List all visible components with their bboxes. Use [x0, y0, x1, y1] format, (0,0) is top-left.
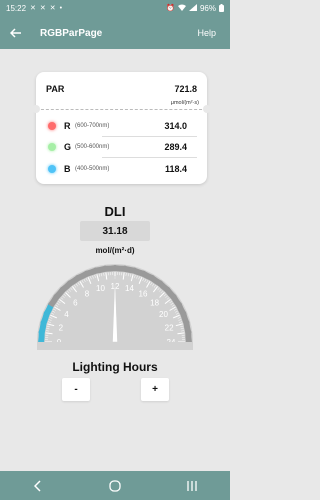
- gauge-tick-label: 8: [85, 290, 90, 299]
- battery-icon: [219, 3, 224, 14]
- gauge-tick-label: 4: [64, 310, 69, 319]
- dli-value: 31.18: [80, 221, 150, 241]
- signal-icon: [188, 4, 197, 13]
- app-bar: RGBParPage Help: [0, 17, 230, 49]
- twitter-x-icon: ✕: [30, 5, 36, 12]
- gauge-tick-label: 2: [59, 324, 64, 333]
- band-value: 118.4: [164, 163, 187, 174]
- nav-recents-icon[interactable]: [182, 479, 202, 493]
- more-dots-icon: •: [59, 5, 63, 12]
- band-row-red: R (600-700nm) 314.0: [48, 117, 199, 134]
- twitter-x-icon: ✕: [49, 5, 56, 12]
- card-notch-left: [32, 105, 40, 113]
- band-range: (500-600nm): [75, 143, 110, 150]
- band-range: (600-700nm): [75, 122, 110, 129]
- gauge-tick-label: 14: [125, 284, 134, 293]
- lighting-hours-gauge[interactable]: 024681012141618202224: [35, 262, 195, 352]
- band-letter: B: [64, 163, 71, 174]
- wifi-icon: [177, 4, 186, 13]
- band-divider: [102, 136, 197, 137]
- par-card: PAR 721.8 μmol/(m²·s) R (600-700nm) 314.…: [32, 72, 211, 184]
- gauge-tick-label: 18: [150, 298, 159, 307]
- alarm-icon: ⏰: [166, 5, 175, 12]
- par-row: PAR 721.8: [46, 84, 197, 96]
- band-row-green: G (500-600nm) 289.4: [48, 138, 199, 155]
- lighting-hours-title: Lighting Hours: [72, 360, 158, 374]
- band-letter: R: [64, 120, 71, 131]
- battery-percent: 96%: [199, 4, 216, 13]
- par-label: PAR: [46, 84, 65, 94]
- band-value: 289.4: [164, 141, 187, 152]
- gauge-tick-label: 22: [165, 324, 174, 333]
- increase-hours-button[interactable]: +: [141, 378, 169, 401]
- status-bar: 15:22 ✕ ✕ ✕ • ⏰ 96%: [0, 0, 230, 17]
- band-value: 314.0: [164, 120, 187, 131]
- decrease-hours-button[interactable]: -: [62, 378, 90, 401]
- gauge-tick-label: 6: [73, 298, 78, 307]
- back-arrow-icon[interactable]: [8, 25, 24, 41]
- gauge-tick-label: 20: [159, 310, 168, 319]
- par-unit: μmol/(m²·s): [170, 100, 199, 106]
- gauge-hour-segment: [185, 331, 192, 343]
- red-dot-icon: [48, 121, 56, 130]
- band-letter: G: [64, 141, 72, 152]
- nav-home-icon[interactable]: [105, 479, 125, 493]
- gauge-tick-label: 16: [139, 290, 148, 299]
- status-time: 15:22: [6, 4, 27, 13]
- card-notch-right: [203, 105, 211, 113]
- band-divider: [102, 157, 197, 158]
- gauge-tick-label: 10: [96, 284, 105, 293]
- blue-dot-icon: [48, 164, 56, 173]
- dli-title: DLI: [104, 204, 126, 219]
- system-nav-bar: [0, 471, 230, 500]
- par-value: 721.8: [174, 84, 197, 94]
- gauge-base: [37, 342, 193, 350]
- dashed-divider: [36, 109, 207, 110]
- dli-unit: mol/(m²·d): [95, 246, 135, 255]
- page-title: RGBParPage: [40, 27, 103, 39]
- band-range: (400-500nm): [75, 165, 110, 172]
- band-row-blue: B (400-500nm) 118.4: [48, 160, 199, 177]
- nav-back-icon[interactable]: [28, 479, 48, 493]
- help-button[interactable]: Help: [197, 28, 216, 38]
- green-dot-icon: [48, 142, 56, 151]
- twitter-x-icon: ✕: [39, 5, 46, 12]
